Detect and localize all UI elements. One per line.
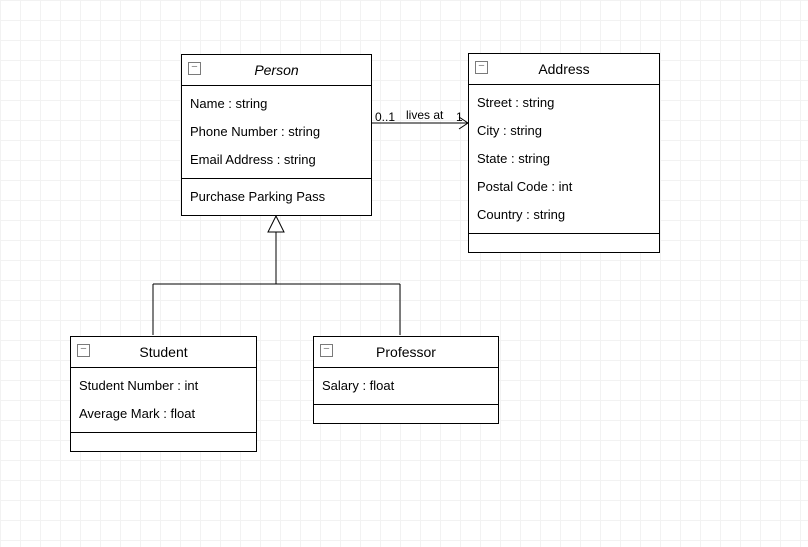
class-address-name: Address xyxy=(538,61,589,77)
generalization-person xyxy=(153,216,400,335)
class-attribute: Salary : float xyxy=(322,372,490,400)
collapse-icon[interactable]: − xyxy=(475,61,488,74)
class-attribute: City : string xyxy=(477,117,651,145)
class-attribute: Average Mark : float xyxy=(79,400,248,428)
class-person-title: − Person xyxy=(182,55,371,86)
class-student-attributes: Student Number : int Average Mark : floa… xyxy=(71,368,256,433)
class-attribute: Postal Code : int xyxy=(477,173,651,201)
class-person-attributes: Name : string Phone Number : string Emai… xyxy=(182,86,371,179)
class-student-name: Student xyxy=(139,344,187,360)
class-professor-name: Professor xyxy=(376,344,436,360)
class-attribute: Email Address : string xyxy=(190,146,363,174)
class-address-title: − Address xyxy=(469,54,659,85)
collapse-icon[interactable]: − xyxy=(77,344,90,357)
class-attribute: Street : string xyxy=(477,89,651,117)
assoc-dst-multiplicity: 1 xyxy=(456,110,463,124)
class-professor-title: − Professor xyxy=(314,337,498,368)
class-operation: Purchase Parking Pass xyxy=(190,183,363,211)
class-student-title: − Student xyxy=(71,337,256,368)
assoc-src-multiplicity: 0..1 xyxy=(375,110,395,124)
class-student[interactable]: − Student Student Number : int Average M… xyxy=(70,336,257,452)
class-person-operations: Purchase Parking Pass xyxy=(182,179,371,215)
collapse-icon[interactable]: − xyxy=(188,62,201,75)
class-attribute: Student Number : int xyxy=(79,372,248,400)
class-person[interactable]: − Person Name : string Phone Number : st… xyxy=(181,54,372,216)
class-professor-attributes: Salary : float xyxy=(314,368,498,405)
class-attribute: State : string xyxy=(477,145,651,173)
class-professor-operations xyxy=(314,405,498,423)
class-attribute: Country : string xyxy=(477,201,651,229)
collapse-icon[interactable]: − xyxy=(320,344,333,357)
class-attribute: Phone Number : string xyxy=(190,118,363,146)
connectors xyxy=(0,0,808,547)
class-attribute: Name : string xyxy=(190,90,363,118)
class-person-name: Person xyxy=(254,62,298,78)
class-address-attributes: Street : string City : string State : st… xyxy=(469,85,659,234)
class-student-operations xyxy=(71,433,256,451)
assoc-name-label: lives at xyxy=(406,108,443,122)
class-address[interactable]: − Address Street : string City : string … xyxy=(468,53,660,253)
class-address-operations xyxy=(469,234,659,252)
class-professor[interactable]: − Professor Salary : float xyxy=(313,336,499,424)
